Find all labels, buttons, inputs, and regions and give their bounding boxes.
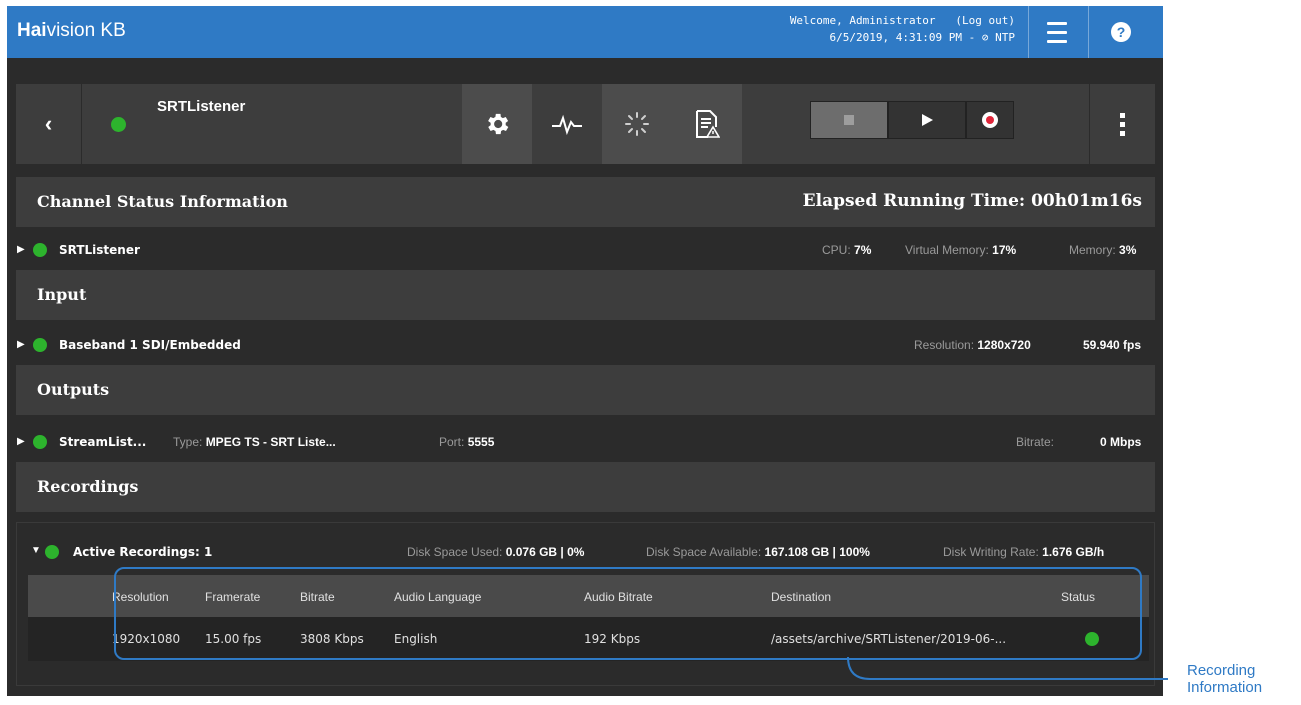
- welcome-text: Welcome, Administrator: [789, 14, 936, 27]
- callout-line-2: Information: [1187, 679, 1263, 696]
- type-label: Type:: [173, 435, 206, 449]
- user-info: Welcome, Administrator (Log out) 6/5/201…: [790, 12, 1015, 46]
- datetime-text: 6/5/2019, 4:31:09 PM -: [829, 31, 982, 44]
- stop-icon: [844, 115, 854, 125]
- help-glyph: ?: [1111, 22, 1131, 42]
- expand-arrow-icon[interactable]: ▶: [17, 436, 25, 447]
- input-name: Baseband 1 SDI/Embedded: [59, 338, 241, 352]
- disk-available-value: 167.108 GB | 100%: [764, 545, 870, 559]
- callout-leader-line: [847, 656, 1168, 680]
- status-dot: [33, 435, 47, 449]
- resolution-label: Resolution:: [914, 338, 978, 352]
- section-channel-status: Channel Status Information Elapsed Runni…: [16, 177, 1155, 227]
- section-title: Channel Status Information: [37, 192, 288, 211]
- record-button[interactable]: [966, 101, 1014, 139]
- output-row[interactable]: ▶ StreamList... Type: MPEG TS - SRT List…: [7, 429, 1163, 455]
- active-recordings-label: Active Recordings: 1: [73, 545, 213, 559]
- status-dot: [33, 243, 47, 257]
- callout-label: Recording Information: [1187, 662, 1262, 696]
- active-recordings-row[interactable]: ▼ Active Recordings: 1 Disk Space Used: …: [17, 545, 1156, 565]
- input-row[interactable]: ▶ Baseband 1 SDI/Embedded Resolution: 12…: [7, 332, 1163, 358]
- recording-info-highlight: [114, 567, 1142, 660]
- elapsed-running-time: Elapsed Running Time: 00h01m16s: [802, 191, 1142, 211]
- disk-rate-label: Disk Writing Rate:: [943, 545, 1043, 559]
- report-warning-icon[interactable]: [672, 84, 742, 164]
- logout-link[interactable]: (Log out): [955, 14, 1015, 27]
- more-options-icon[interactable]: [1089, 84, 1155, 164]
- section-recordings: Recordings: [16, 462, 1155, 512]
- channel-status-row[interactable]: ▶ SRTListener CPU: 7% Virtual Memory: 17…: [7, 237, 1163, 263]
- bitrate-label: Bitrate:: [1016, 435, 1055, 449]
- section-input: Input: [16, 270, 1155, 320]
- resolution-value: 1280x720: [977, 338, 1031, 352]
- ntp-status: ⊘ NTP: [981, 31, 1015, 44]
- play-icon: [922, 114, 933, 126]
- gear-icon[interactable]: [462, 84, 532, 164]
- disk-used-value: 0.076 GB | 0%: [505, 545, 585, 559]
- memory-label: Memory:: [1069, 243, 1120, 257]
- brand-text: vision KB: [46, 20, 126, 41]
- channel-status-dot: [111, 117, 126, 132]
- stop-button[interactable]: [810, 101, 888, 139]
- help-icon[interactable]: ?: [1105, 16, 1137, 48]
- record-icon: [982, 112, 998, 128]
- memory-value: 3%: [1119, 243, 1137, 257]
- disk-rate-value: 1.676 GB/h: [1042, 545, 1105, 559]
- virtual-memory-label: Virtual Memory:: [905, 243, 993, 257]
- signal-icon[interactable]: [532, 84, 602, 164]
- section-title: Outputs: [37, 380, 110, 399]
- play-button[interactable]: [888, 101, 966, 139]
- header-divider: [1088, 6, 1089, 58]
- output-name: StreamList...: [59, 435, 147, 449]
- loading-icon[interactable]: [602, 84, 672, 164]
- header-divider: [1028, 6, 1029, 58]
- expand-arrow-icon[interactable]: ▶: [17, 339, 25, 350]
- back-button[interactable]: ‹: [16, 84, 82, 164]
- port-value: 5555: [467, 435, 495, 449]
- bitrate-value: 0 Mbps: [1100, 435, 1142, 449]
- channel-name: SRTListener: [157, 98, 246, 115]
- chevron-left-icon: ‹: [44, 111, 53, 136]
- expand-arrow-icon[interactable]: ▶: [17, 244, 25, 255]
- disk-used-label: Disk Space Used:: [407, 545, 506, 559]
- virtual-memory-value: 17%: [992, 243, 1017, 257]
- channel-toolbar: ‹ SRTListener: [16, 84, 1155, 164]
- brand-logo[interactable]: Haivision KB: [17, 20, 126, 42]
- top-header: Haivision KB Welcome, Administrator (Log…: [7, 6, 1163, 58]
- section-outputs: Outputs: [16, 365, 1155, 415]
- section-title: Recordings: [37, 477, 139, 496]
- cpu-value: 7%: [854, 243, 872, 257]
- channel-row-name: SRTListener: [59, 243, 140, 257]
- section-title: Input: [37, 285, 87, 304]
- brand-bold-text: Hai: [17, 20, 47, 41]
- collapse-arrow-icon[interactable]: ▼: [31, 545, 41, 556]
- disk-available-label: Disk Space Available:: [646, 545, 765, 559]
- hamburger-icon[interactable]: [1041, 16, 1073, 48]
- status-dot: [45, 545, 59, 559]
- callout-line-1: Recording: [1187, 662, 1256, 679]
- port-label: Port:: [439, 435, 468, 449]
- status-dot: [33, 338, 47, 352]
- cpu-label: CPU:: [822, 243, 855, 257]
- transport-controls: [810, 101, 1014, 141]
- type-value: MPEG TS - SRT Liste...: [205, 435, 336, 449]
- fps-value: 59.940 fps: [1083, 338, 1142, 352]
